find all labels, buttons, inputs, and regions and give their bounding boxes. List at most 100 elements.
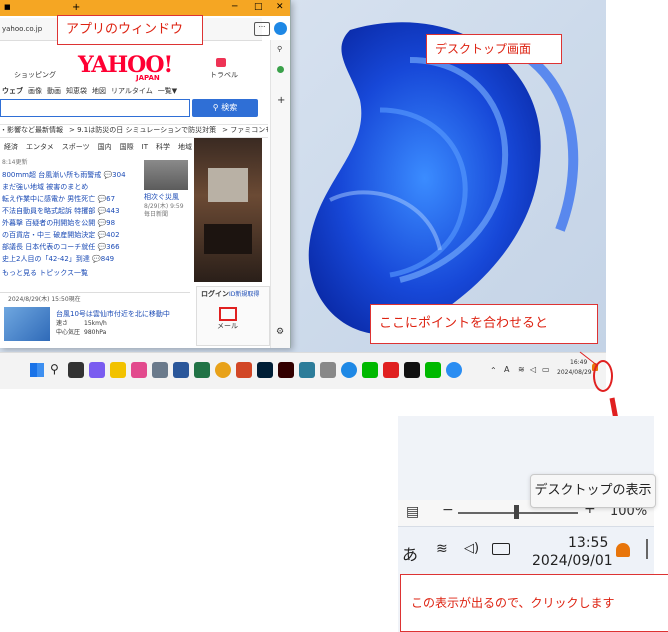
shopping-link[interactable]: ショッピング bbox=[14, 72, 56, 79]
news-item[interactable]: 部議長 日本代表のコーチ就任 💬366 bbox=[2, 242, 142, 254]
login-link[interactable]: ログイン bbox=[201, 291, 229, 298]
battery-icon[interactable]: ▭ bbox=[542, 365, 550, 374]
news-category-tab[interactable]: 国内 bbox=[98, 144, 112, 151]
search-tab[interactable]: 画像 bbox=[28, 88, 42, 95]
signup-link[interactable]: ID新規取得 bbox=[229, 292, 259, 298]
yahoo-logo-sub: JAPAN bbox=[136, 74, 160, 82]
powerpoint-icon[interactable] bbox=[236, 362, 252, 378]
search-tab[interactable]: 動画 bbox=[47, 88, 61, 95]
more-menu-icon[interactable]: ··· bbox=[254, 22, 270, 36]
desktop-callout: デスクトップ画面 bbox=[426, 34, 562, 64]
news-item[interactable]: の百貨店・中三 破産開始決定 💬402 bbox=[2, 230, 142, 242]
news-item[interactable]: まだ強い地域 被害のまとめ bbox=[2, 182, 142, 194]
excel-icon[interactable] bbox=[194, 362, 210, 378]
add-icon[interactable]: + bbox=[277, 96, 285, 106]
news-category-tab[interactable]: スポーツ bbox=[62, 144, 90, 151]
widgets-icon[interactable] bbox=[89, 362, 105, 378]
url-text[interactable]: yahoo.co.jp bbox=[2, 26, 42, 33]
search-tab[interactable]: 一覧▼ bbox=[158, 88, 177, 95]
zoom-slider-thumb[interactable] bbox=[514, 505, 519, 519]
close-button[interactable]: ✕ bbox=[276, 3, 284, 12]
ticker-item[interactable]: > 9.1は防災の日 シミュレーションで防災対策 bbox=[69, 125, 216, 137]
task-view-icon[interactable] bbox=[68, 362, 84, 378]
travel-link[interactable]: トラベル bbox=[210, 72, 238, 79]
news-category-tab[interactable]: 地域 bbox=[178, 144, 192, 151]
search-icon[interactable]: ⚲ bbox=[50, 363, 59, 375]
page-settings-icon[interactable]: ▤ bbox=[406, 504, 419, 520]
battery-icon[interactable] bbox=[492, 543, 510, 555]
search-tab[interactable]: ウェブ bbox=[2, 88, 23, 95]
word-icon[interactable] bbox=[173, 362, 189, 378]
search-button[interactable]: ⚲ 検索 bbox=[192, 99, 258, 117]
search-tab[interactable]: リアルタイム bbox=[111, 88, 153, 95]
ad-desk bbox=[204, 224, 252, 254]
photo-caption[interactable]: 相次ぐ災風 bbox=[144, 194, 179, 201]
app-icon[interactable] bbox=[404, 362, 420, 378]
clock-time[interactable]: 13:55 bbox=[568, 535, 608, 551]
news-list: 800mm超 台風漸い所も雨警戒 💬304 まだ強い地域 被害のまとめ 転え作業… bbox=[2, 170, 142, 280]
ad-image[interactable] bbox=[194, 138, 262, 282]
news-photo[interactable] bbox=[144, 160, 188, 190]
photoshop-icon[interactable] bbox=[257, 362, 273, 378]
search-input[interactable] bbox=[0, 99, 190, 117]
show-desktop-corner[interactable] bbox=[646, 539, 648, 559]
weather-speed-label: 速さ bbox=[56, 320, 69, 327]
news-item[interactable]: 不法自動員を略式起訴 特攫部 💬443 bbox=[2, 206, 142, 218]
news-category-tab[interactable]: 国際 bbox=[120, 144, 134, 151]
search-tab[interactable]: 地図 bbox=[92, 88, 106, 95]
bell-icon[interactable] bbox=[616, 543, 630, 557]
app-icon[interactable] bbox=[383, 362, 399, 378]
news-category-tab[interactable]: エンタメ bbox=[26, 144, 54, 151]
file-explorer-icon[interactable] bbox=[110, 362, 126, 378]
news-item[interactable]: 転え作業中に感電か 男性死亡 💬67 bbox=[2, 194, 142, 206]
ime-indicator[interactable]: A bbox=[504, 365, 509, 374]
news-category-tab[interactable]: 経済 bbox=[4, 144, 18, 151]
volume-icon[interactable]: ◁ bbox=[530, 365, 536, 374]
search-tab[interactable]: 知恵袋 bbox=[66, 88, 87, 95]
illustrator-icon[interactable] bbox=[278, 362, 294, 378]
browser-titlebar[interactable]: ■ + ─ □ ✕ bbox=[0, 0, 290, 16]
ticker-bar: ・影響など最新情報 > 9.1は防災の日 シミュレーションで防災対策 > ファミ… bbox=[0, 124, 268, 138]
start-icon[interactable] bbox=[30, 363, 44, 377]
weather-headline[interactable]: 台風10号は雲仙市付近を北に移動中 bbox=[56, 309, 170, 319]
tools-icon[interactable] bbox=[277, 66, 284, 73]
new-tab-button[interactable]: + bbox=[72, 3, 80, 13]
ticker-item[interactable]: > ファミコンも出品中 bbox=[222, 125, 268, 137]
show-desktop-tooltip[interactable]: デスクトップの表示 bbox=[530, 474, 656, 508]
news-item[interactable]: 800mm超 台風漸い所も雨警戒 💬304 bbox=[2, 170, 142, 182]
search-icon[interactable]: ⚲ bbox=[277, 46, 282, 53]
click-callout: この表示が出るので、クリックします bbox=[400, 574, 668, 632]
news-item[interactable]: 外暮撃 百疑者の刑開始を公開 💬98 bbox=[2, 218, 142, 230]
clock-date[interactable]: 2024/09/01 bbox=[532, 553, 613, 569]
gear-icon[interactable]: ⚙ bbox=[276, 328, 284, 337]
volume-icon[interactable]: ◁) bbox=[464, 541, 479, 556]
settings-icon[interactable] bbox=[152, 362, 168, 378]
copilot-icon[interactable] bbox=[274, 22, 287, 35]
mail-label[interactable]: メール bbox=[217, 323, 238, 330]
browser-window[interactable]: ■ + ─ □ ✕ yahoo.co.jp ··· ⚲ + ⚙ ショッピング Y… bbox=[0, 0, 291, 348]
app-icon[interactable] bbox=[299, 362, 315, 378]
line-icon[interactable] bbox=[362, 362, 378, 378]
zoom-app-icon[interactable] bbox=[341, 362, 357, 378]
zoom-out-button[interactable]: − bbox=[442, 502, 454, 518]
maximize-button[interactable]: □ bbox=[254, 3, 263, 12]
news-category-tab[interactable]: IT bbox=[142, 144, 148, 151]
weather-map[interactable] bbox=[4, 307, 50, 341]
weather-direction-label: 中心気圧 bbox=[56, 329, 81, 336]
instagram-icon[interactable] bbox=[131, 362, 147, 378]
weather-direction: 980hPa bbox=[84, 329, 107, 336]
news-item[interactable]: 史上2人目の「42-42」到達 💬849 bbox=[2, 254, 142, 266]
news-more-link[interactable]: もっと見る トピックス一覧 bbox=[2, 268, 142, 280]
chrome-icon[interactable] bbox=[215, 362, 231, 378]
ticker-item[interactable]: ・影響など最新情報 bbox=[0, 125, 63, 137]
mail-icon[interactable] bbox=[219, 307, 237, 321]
app-icon[interactable] bbox=[320, 362, 336, 378]
chevron-up-icon[interactable]: ⌃ bbox=[490, 366, 497, 375]
wifi-icon[interactable]: ≋ bbox=[436, 541, 448, 557]
minimize-button[interactable]: ─ bbox=[232, 3, 237, 12]
edge-icon[interactable] bbox=[446, 362, 462, 378]
ime-indicator[interactable]: あ bbox=[402, 541, 418, 565]
news-category-tab[interactable]: 科学 bbox=[156, 144, 170, 151]
line-icon[interactable] bbox=[425, 362, 441, 378]
wifi-icon[interactable]: ≋ bbox=[518, 365, 525, 374]
